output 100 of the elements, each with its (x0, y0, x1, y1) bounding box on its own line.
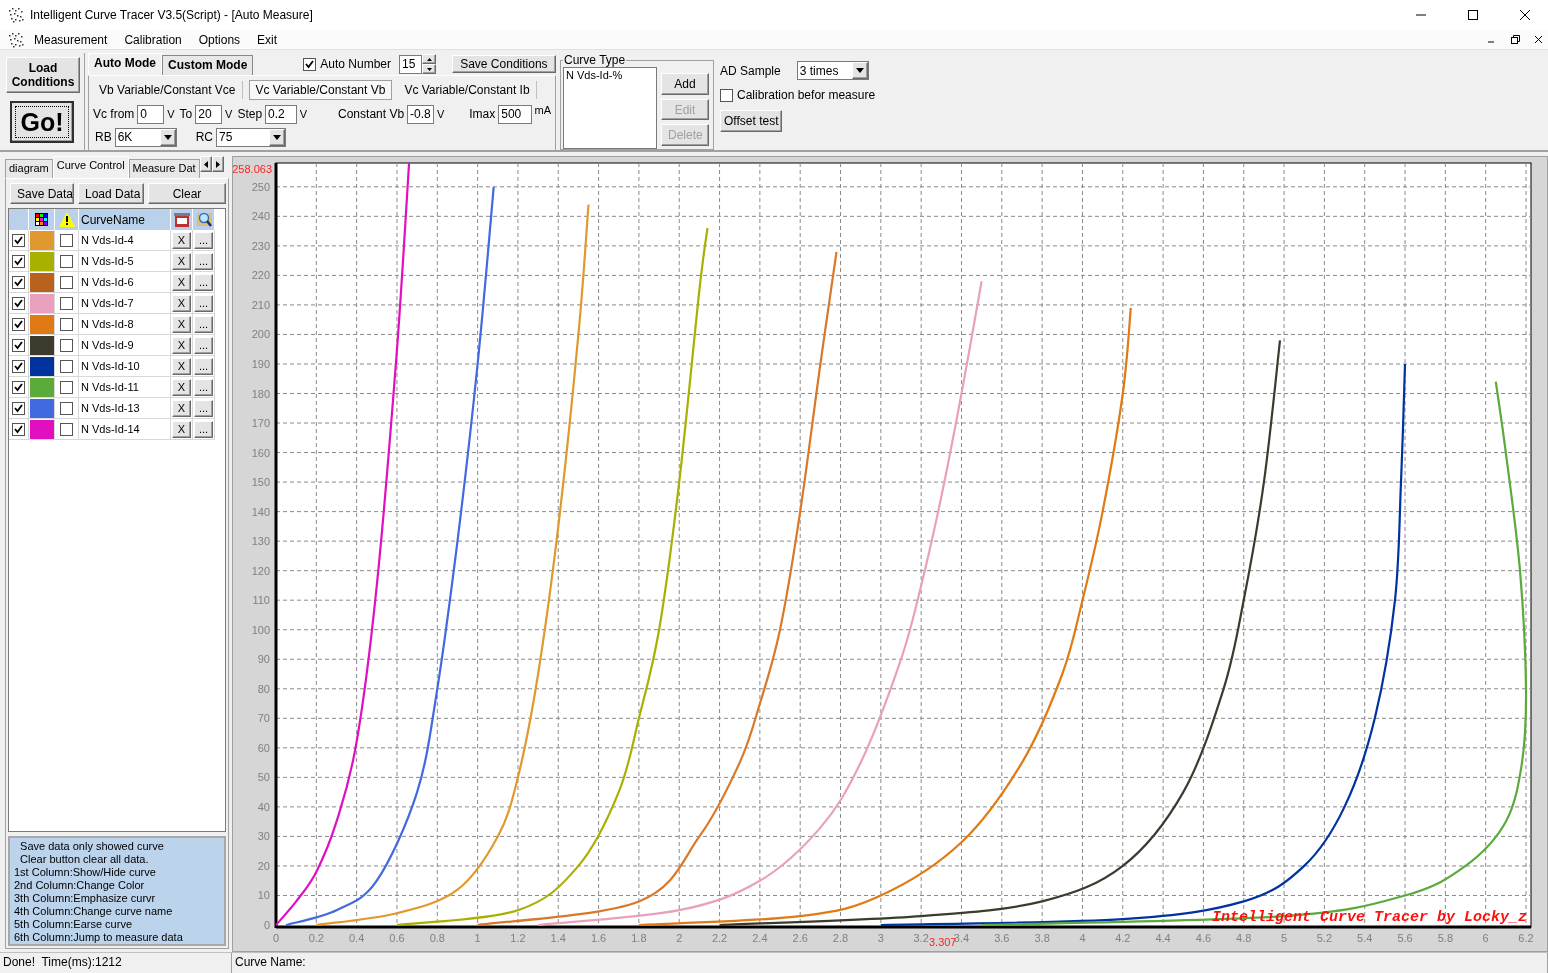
emphasize-checkbox[interactable] (60, 296, 73, 310)
jump-button[interactable]: ... (194, 273, 213, 291)
show-curve-checkbox[interactable] (12, 359, 25, 373)
jump-button[interactable]: ... (194, 399, 213, 417)
curve-name-cell[interactable]: N Vds-Id-7 (79, 293, 171, 314)
dropdown[interactable]: 3 times (796, 61, 869, 80)
calibration-checkbox[interactable] (720, 88, 733, 102)
value-field[interactable]: 500 (498, 104, 532, 124)
close-icon[interactable] (1535, 35, 1543, 44)
value-field[interactable]: 0 (137, 104, 165, 124)
erase-button[interactable]: X (172, 231, 191, 249)
sweep-tab[interactable]: Vc Variable/Constant Vb (248, 80, 393, 100)
save-conditions-button[interactable]: Save Conditions (451, 55, 556, 73)
axis-tick-label: 40 (257, 800, 270, 813)
auto-number-checkbox[interactable] (303, 57, 317, 71)
color-swatch[interactable] (29, 272, 54, 292)
erase-button[interactable]: X (172, 294, 191, 312)
jump-button[interactable]: ... (194, 357, 213, 375)
emphasize-checkbox[interactable] (60, 233, 73, 247)
color-swatch[interactable] (29, 293, 54, 313)
curve-name-cell[interactable]: N Vds-Id-6 (79, 272, 171, 293)
offset-test-button[interactable]: Offset test (720, 110, 783, 132)
emphasize-checkbox[interactable] (60, 380, 73, 394)
color-swatch[interactable] (29, 335, 54, 355)
show-curve-checkbox[interactable] (12, 233, 25, 247)
show-curve-checkbox[interactable] (12, 401, 25, 415)
color-swatch[interactable] (29, 356, 54, 376)
erase-button[interactable]: X (172, 357, 191, 375)
curve-name-cell[interactable]: N Vds-Id-10 (79, 356, 171, 377)
erase-button[interactable]: X (172, 378, 191, 396)
jump-button[interactable]: ... (194, 315, 213, 333)
menu-item[interactable]: Calibration (120, 32, 189, 47)
dropdown[interactable]: 75 (216, 127, 286, 147)
list-item[interactable]: N Vds-Id-% (566, 69, 654, 81)
mode-tab[interactable]: Auto Mode (88, 53, 162, 75)
load-conditions-button[interactable]: Load Conditions (6, 57, 80, 93)
maximize-icon[interactable] (1468, 10, 1478, 20)
erase-button[interactable]: X (172, 273, 191, 291)
show-curve-checkbox[interactable] (12, 254, 25, 268)
value-field[interactable]: 0.2 (265, 104, 297, 124)
menu-item[interactable]: Exit (253, 32, 285, 47)
curve-name-cell[interactable]: N Vds-Id-4 (79, 230, 171, 251)
panel-tab[interactable]: Measure Dat (128, 159, 200, 178)
menu-item[interactable]: Options (194, 32, 248, 47)
show-curve-checkbox[interactable] (12, 317, 25, 331)
go-button[interactable]: Go! (10, 101, 74, 143)
jump-button[interactable]: ... (194, 252, 213, 270)
curve-type-list[interactable]: N Vds-Id-% (563, 67, 657, 149)
curve-name-cell[interactable]: N Vds-Id-5 (79, 251, 171, 272)
curve-name-cell[interactable]: N Vds-Id-14 (79, 419, 171, 440)
show-curve-checkbox[interactable] (12, 296, 25, 310)
emphasize-checkbox[interactable] (60, 317, 73, 331)
panel-tab[interactable]: Curve Control (52, 156, 129, 178)
erase-button[interactable]: X (172, 399, 191, 417)
emphasize-checkbox[interactable] (60, 422, 73, 436)
spin-down-button[interactable] (422, 64, 436, 74)
dropdown[interactable]: 6K (114, 127, 177, 147)
panel-tab[interactable]: diagram (5, 159, 53, 178)
erase-button[interactable]: X (172, 420, 191, 438)
data-button[interactable]: Clear (148, 183, 226, 204)
color-swatch[interactable] (29, 419, 54, 439)
jump-button[interactable]: ... (194, 336, 213, 354)
emphasize-checkbox[interactable] (60, 254, 73, 268)
curve-type-button[interactable]: Add (661, 73, 709, 95)
show-curve-checkbox[interactable] (12, 422, 25, 436)
show-curve-checkbox[interactable] (12, 380, 25, 394)
close-icon[interactable] (1520, 10, 1530, 20)
color-swatch[interactable] (29, 251, 54, 271)
jump-button[interactable]: ... (194, 420, 213, 438)
color-swatch[interactable] (29, 230, 54, 250)
sweep-tab[interactable]: Vc Variable/Constant Ib (398, 81, 537, 99)
curve-name-cell[interactable]: N Vds-Id-13 (79, 398, 171, 419)
erase-button[interactable]: X (172, 315, 191, 333)
curve-name-cell[interactable]: N Vds-Id-11 (79, 377, 171, 398)
color-swatch[interactable] (29, 314, 54, 334)
show-curve-checkbox[interactable] (12, 275, 25, 289)
value-field[interactable]: -0.8 (407, 104, 434, 124)
show-curve-checkbox[interactable] (12, 338, 25, 352)
emphasize-checkbox[interactable] (60, 338, 73, 352)
erase-button[interactable]: X (172, 336, 191, 354)
emphasize-checkbox[interactable] (60, 401, 73, 415)
sweep-tab[interactable]: Vb Variable/Constant Vce (93, 81, 243, 99)
value-field[interactable]: 20 (195, 104, 223, 124)
emphasize-checkbox[interactable] (60, 359, 73, 373)
emphasize-checkbox[interactable] (60, 275, 73, 289)
color-swatch[interactable] (29, 377, 54, 397)
data-button[interactable]: Save Data (10, 183, 74, 204)
curve-name-cell[interactable]: N Vds-Id-8 (79, 314, 171, 335)
erase-button[interactable]: X (172, 252, 191, 270)
jump-button[interactable]: ... (194, 294, 213, 312)
restore-icon[interactable] (1510, 35, 1520, 44)
menu-item[interactable]: Measurement (30, 32, 115, 47)
data-button[interactable]: Load Data (78, 183, 144, 204)
curve-name-cell[interactable]: N Vds-Id-9 (79, 335, 171, 356)
color-swatch[interactable] (29, 398, 54, 418)
jump-button[interactable]: ... (194, 231, 213, 249)
mode-tab[interactable]: Custom Mode (162, 55, 254, 75)
auto-number-field[interactable]: 15 (399, 54, 423, 74)
spin-up-button[interactable] (422, 54, 436, 64)
jump-button[interactable]: ... (194, 378, 213, 396)
